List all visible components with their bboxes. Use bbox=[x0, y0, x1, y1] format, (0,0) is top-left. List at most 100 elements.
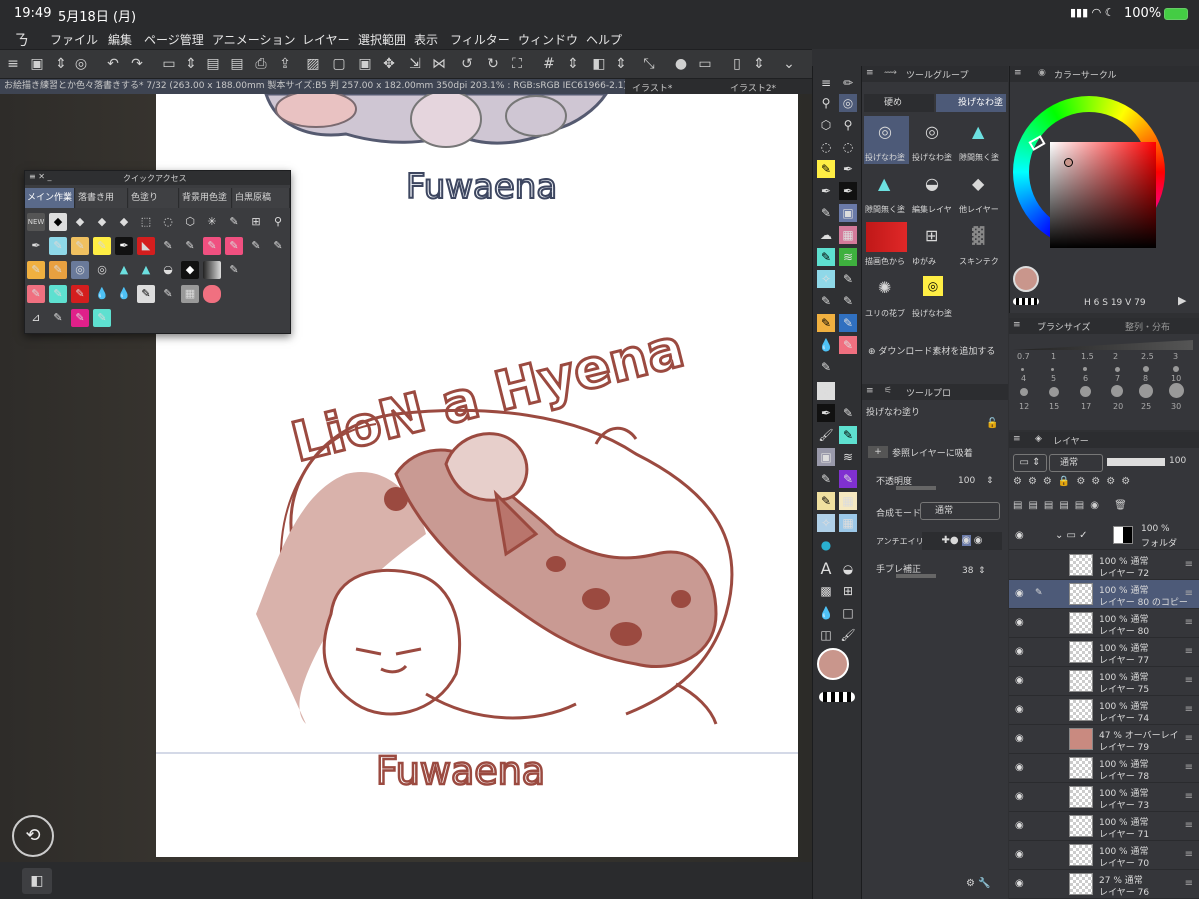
pencil-icon[interactable]: ✎ bbox=[27, 261, 45, 279]
size-label[interactable]: 2 bbox=[1113, 352, 1118, 361]
size-dot[interactable] bbox=[1080, 386, 1091, 397]
new-icon[interactable]: ▣ bbox=[28, 55, 46, 73]
layer-handle-icon[interactable]: ≡ bbox=[1185, 791, 1193, 802]
size-label[interactable]: 7 bbox=[1115, 374, 1120, 383]
layer-settings-icon[interactable]: ⊿ bbox=[27, 309, 45, 327]
subtool-item[interactable]: ⊞ ゆがみ bbox=[911, 220, 956, 268]
bucket-icon[interactable]: ◒ bbox=[159, 261, 177, 279]
lasso-icon[interactable]: ◌ bbox=[817, 138, 835, 156]
layer-row[interactable]: ◉ 100 % 通常 レイヤー 74 ≡ bbox=[1009, 696, 1199, 725]
layer-row[interactable]: ◉ 100 % 通常 レイヤー 70 ≡ bbox=[1009, 841, 1199, 870]
size-dot[interactable] bbox=[1083, 367, 1087, 371]
subtool-item[interactable]: ◆ 他レイヤー bbox=[958, 168, 1003, 216]
resize-icon[interactable]: ⤡ bbox=[640, 55, 658, 73]
eye-icon[interactable]: ◉ bbox=[1015, 878, 1024, 889]
teal-pen-icon[interactable]: ✎ bbox=[817, 248, 835, 266]
pink-blob-icon[interactable] bbox=[203, 285, 221, 303]
pen-icon[interactable]: ✏ bbox=[839, 74, 857, 92]
layer-opacity-value[interactable]: 100 bbox=[1169, 456, 1186, 466]
blend-mode-select[interactable]: 通常 bbox=[920, 502, 1000, 520]
layer-row[interactable]: ◉ 100 % 通常 レイヤー 78 ≡ bbox=[1009, 754, 1199, 783]
layer-row[interactable]: ◉ ✎ 100 % 通常 レイヤー 80 のコピー ≡ bbox=[1009, 580, 1199, 609]
opacity-value[interactable]: 100 bbox=[958, 476, 975, 486]
red-brush-icon[interactable]: ◣ bbox=[137, 237, 155, 255]
size-label[interactable]: 1.5 bbox=[1081, 352, 1094, 361]
redo-icon[interactable]: ↷ bbox=[128, 55, 146, 73]
layer-row[interactable]: ◉ 100 % 通常 レイヤー 75 ≡ bbox=[1009, 667, 1199, 696]
settings-icon[interactable]: ⚙ 🔧 bbox=[966, 878, 991, 889]
menu-page[interactable]: ページ管理 bbox=[144, 31, 204, 48]
eraser-icon[interactable]: ◆ bbox=[115, 213, 133, 231]
menu-selection[interactable]: 選択範囲 bbox=[358, 31, 406, 48]
size-dot[interactable] bbox=[1021, 368, 1024, 371]
transparent-icon[interactable]: ▦ bbox=[817, 382, 835, 400]
sparkle-icon[interactable]: ✧ bbox=[817, 270, 835, 288]
blend-icon[interactable]: 💧 bbox=[93, 285, 111, 303]
size-label[interactable]: 8 bbox=[1143, 374, 1148, 383]
eyedropper-icon[interactable]: ⚲ bbox=[269, 213, 287, 231]
fit-icon[interactable]: ⛶ bbox=[508, 55, 526, 73]
square-icon[interactable]: □ bbox=[839, 604, 857, 622]
magenta-pen-icon[interactable]: ✎ bbox=[71, 309, 89, 327]
text-icon[interactable]: A bbox=[817, 560, 835, 578]
pen-icon[interactable]: ✎ bbox=[269, 237, 287, 255]
layer-row[interactable]: ◉ 27 % 通常 レイヤー 76 ≡ bbox=[1009, 870, 1199, 899]
subtool-item[interactable]: ▲ 隙間無く塗 bbox=[864, 168, 909, 216]
scale-icon[interactable]: ⇲ bbox=[406, 55, 424, 73]
qa-tab-main[interactable]: メイン作業 bbox=[25, 188, 75, 208]
subtool-item[interactable]: ▓ スキンテク bbox=[958, 220, 1003, 268]
export-jpg-icon[interactable]: ▤ bbox=[204, 55, 222, 73]
stabilizer-value[interactable]: 38 bbox=[962, 566, 973, 576]
panel-menu-icon[interactable]: ≡ bbox=[817, 74, 835, 92]
lasso-icon[interactable]: ◌ bbox=[159, 213, 177, 231]
eraser-icon[interactable]: ◆ bbox=[71, 213, 89, 231]
brush-icon[interactable]: 🖌 bbox=[839, 626, 857, 644]
layer-handle-icon[interactable]: ≡ bbox=[1185, 617, 1193, 628]
size-label[interactable]: 17 bbox=[1081, 402, 1091, 411]
blend-icon[interactable]: 💧 bbox=[115, 285, 133, 303]
group-hard[interactable]: 硬め bbox=[864, 94, 934, 112]
group-lasso-fill[interactable]: 投げなわ塗 bbox=[936, 94, 1006, 112]
pen-icon[interactable]: ✎ bbox=[159, 237, 177, 255]
size-label[interactable]: 15 bbox=[1049, 402, 1059, 411]
teal-pen-icon[interactable]: ✎ bbox=[93, 309, 111, 327]
menu-help[interactable]: ヘルプ bbox=[586, 31, 622, 48]
poly-select-icon[interactable]: ⬡ bbox=[181, 213, 199, 231]
texture-icon[interactable]: ▦ bbox=[839, 226, 857, 244]
layer-folder-row[interactable]: ◉ ⌄ ▭ ✓ 100 % フォルダ bbox=[1009, 522, 1199, 550]
pencil-icon[interactable]: ✎ bbox=[817, 160, 835, 178]
ink-pen-icon[interactable]: ✒ bbox=[115, 237, 133, 255]
layer-blend-select[interactable]: 通常 bbox=[1049, 454, 1103, 472]
eye-icon[interactable]: ◉ bbox=[1015, 704, 1024, 715]
red-pen-icon[interactable]: ✎ bbox=[71, 285, 89, 303]
main-color-swatch[interactable] bbox=[817, 648, 849, 680]
subtool-item[interactable]: ✺ ユリの花ブ bbox=[864, 272, 909, 320]
lasso-fill-icon[interactable]: ◎ bbox=[839, 94, 857, 112]
transparent-color-swatch[interactable] bbox=[819, 692, 855, 702]
subtool-item[interactable]: ◒ 編集レイヤ bbox=[911, 168, 956, 216]
size-label[interactable]: 0.7 bbox=[1017, 352, 1030, 361]
purple-pen-icon[interactable]: ✎ bbox=[839, 470, 857, 488]
brush-icon[interactable]: 🖌 bbox=[817, 426, 835, 444]
size-label[interactable]: 10 bbox=[1171, 374, 1181, 383]
grid-icon[interactable]: # bbox=[540, 55, 558, 73]
eye-icon[interactable]: ◉ bbox=[1015, 588, 1024, 599]
doc-tab-2[interactable]: イラスト* bbox=[632, 81, 672, 94]
pen-icon[interactable]: ✎ bbox=[839, 404, 857, 422]
hamburger-icon[interactable]: ≡ bbox=[4, 55, 22, 73]
size-label[interactable]: 25 bbox=[1141, 402, 1151, 411]
stepper-icon[interactable]: ⇕ bbox=[978, 566, 986, 576]
diamond-icon[interactable]: ◆ bbox=[49, 213, 67, 231]
menu-layer[interactable]: レイヤー bbox=[302, 31, 350, 48]
main-color-swatch[interactable] bbox=[1013, 266, 1039, 292]
eyedropper-icon[interactable]: ⚲ bbox=[839, 116, 857, 134]
rotate-right-icon[interactable]: ↻ bbox=[484, 55, 502, 73]
eraser-icon[interactable]: ◆ bbox=[93, 213, 111, 231]
chevron-updown-icon[interactable]: ⇕ bbox=[182, 55, 200, 73]
screen-icon[interactable]: ▭ bbox=[696, 55, 714, 73]
device-icon[interactable]: ▯ bbox=[728, 55, 746, 73]
select-icon[interactable]: ◌ bbox=[839, 138, 857, 156]
size-dot[interactable] bbox=[1143, 366, 1149, 372]
pen-icon[interactable]: ✎ bbox=[817, 292, 835, 310]
eye-icon[interactable]: ◉ bbox=[1015, 849, 1024, 860]
